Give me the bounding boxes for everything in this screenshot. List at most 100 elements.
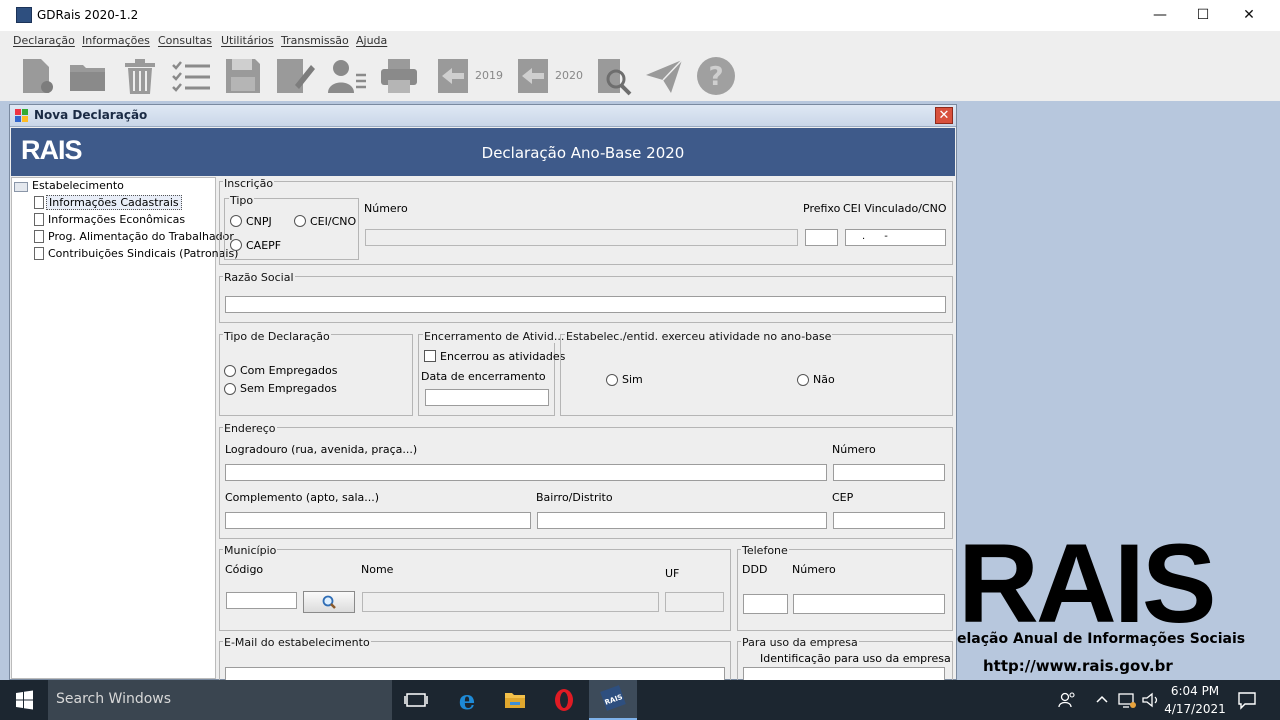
background-rais-logo: RAIS	[958, 521, 1217, 646]
taskbar: Search Windows e RAIS 6:04 PM 4/17/2021	[0, 680, 1280, 720]
cei-vinculado-label: CEI Vinculado/CNO	[843, 202, 947, 215]
tree-item-informacoes-cadastrais[interactable]: Informações Cadastrais	[46, 195, 182, 210]
complemento-field[interactable]	[225, 512, 531, 529]
frame-title-bar[interactable]: Nova Declaração ✕	[10, 105, 956, 127]
sem-empregados-label: Sem Empregados	[240, 382, 337, 395]
tipo-declaracao-label: Tipo de Declaração	[223, 330, 331, 343]
frame-close-button[interactable]: ✕	[935, 107, 953, 124]
menu-ajuda[interactable]: Ajuda	[356, 34, 387, 47]
encerramento-label: Encerramento de Ativid...	[423, 330, 566, 343]
open-folder-icon[interactable]	[67, 55, 109, 97]
svg-text:e: e	[459, 686, 476, 716]
user-list-icon[interactable]	[326, 55, 368, 97]
opera-browser-icon[interactable]	[540, 680, 588, 720]
numero-inscricao-field[interactable]	[365, 229, 798, 246]
tree-item-contribuicoes-sindicais[interactable]: Contribuições Sindicais (Patronais)	[48, 247, 238, 260]
close-button[interactable]: ✕	[1226, 0, 1272, 31]
minimize-button[interactable]: —	[1137, 0, 1183, 31]
file-explorer-icon[interactable]	[491, 680, 539, 720]
folder-icon	[14, 182, 28, 192]
volume-icon[interactable]	[1141, 691, 1161, 709]
logradouro-label: Logradouro (rua, avenida, praça...)	[225, 443, 418, 456]
logradouro-field[interactable]	[225, 464, 827, 481]
identificacao-label: Identificação para uso da empresa	[760, 652, 951, 665]
cep-label: CEP	[832, 491, 854, 504]
razao-social-field[interactable]	[225, 296, 946, 313]
codigo-municipio-field[interactable]	[226, 592, 297, 609]
telefone-numero-label: Número	[792, 563, 836, 576]
codigo-label: Código	[225, 563, 264, 576]
cei-cno-radio[interactable]	[294, 215, 306, 227]
current-year-label[interactable]: 2020	[555, 69, 583, 82]
telefone-label: Telefone	[741, 544, 789, 557]
clock-date[interactable]: 4/17/2021	[1162, 702, 1228, 716]
document-icon	[34, 213, 44, 226]
uf-field[interactable]	[665, 592, 724, 612]
sem-empregados-radio[interactable]	[224, 383, 236, 395]
chevron-up-icon[interactable]	[1095, 693, 1109, 707]
prefixo-field[interactable]	[805, 229, 838, 246]
search-windows-input[interactable]: Search Windows	[48, 680, 392, 720]
people-icon[interactable]	[1056, 690, 1078, 710]
windows-start-icon[interactable]	[0, 680, 48, 720]
menu-informacoes[interactable]: Informações	[82, 34, 150, 47]
inscricao-label: Inscrição	[223, 177, 275, 190]
sim-label: Sim	[622, 373, 643, 386]
com-empregados-radio[interactable]	[224, 365, 236, 377]
network-icon[interactable]	[1117, 691, 1137, 709]
menu-utilitarios[interactable]: Utilitários	[221, 34, 274, 47]
trash-icon[interactable]	[119, 55, 161, 97]
numero-endereco-field[interactable]	[833, 464, 945, 481]
document-icon	[34, 247, 44, 260]
task-view-icon[interactable]	[392, 680, 440, 720]
bairro-field[interactable]	[537, 512, 827, 529]
prev-year-label[interactable]: 2019	[475, 69, 503, 82]
gdrais-taskbar-button[interactable]: RAIS	[589, 680, 637, 720]
cep-field[interactable]	[833, 512, 945, 529]
menu-consultas[interactable]: Consultas	[158, 34, 212, 47]
razao-social-label: Razão Social	[223, 271, 295, 284]
menu-declaracao[interactable]: Declaração	[13, 34, 75, 47]
tipo-group	[224, 198, 359, 260]
search-municipio-button[interactable]	[303, 591, 355, 613]
help-icon[interactable]: ?	[695, 55, 737, 97]
search-document-icon[interactable]	[594, 55, 636, 97]
banner-title: Declaração Ano-Base 2020	[481, 144, 685, 162]
numero-inscricao-label: Número	[364, 202, 408, 215]
prev-year-icon[interactable]	[432, 55, 474, 97]
printer-icon[interactable]	[378, 55, 420, 97]
cnpj-radio[interactable]	[230, 215, 242, 227]
clock-time[interactable]: 6:04 PM	[1162, 684, 1228, 698]
nome-municipio-label: Nome	[361, 563, 394, 576]
tree-item-informacoes-economicas[interactable]: Informações Econômicas	[48, 213, 185, 226]
window-title: GDRais 2020-1.2	[37, 8, 139, 22]
municipio-group	[219, 549, 731, 631]
document-icon	[34, 230, 44, 243]
ddd-field[interactable]	[743, 594, 788, 614]
edge-browser-icon[interactable]: e	[443, 680, 491, 720]
bairro-label: Bairro/Distrito	[536, 491, 613, 504]
telefone-numero-field[interactable]	[793, 594, 945, 614]
nome-municipio-field[interactable]	[362, 592, 659, 612]
notifications-icon[interactable]	[1236, 690, 1258, 710]
save-icon[interactable]	[222, 55, 264, 97]
edit-document-icon[interactable]	[273, 55, 315, 97]
current-year-icon[interactable]	[512, 55, 554, 97]
new-declaration-icon[interactable]	[17, 55, 59, 97]
send-icon[interactable]	[643, 55, 685, 97]
checklist-icon[interactable]	[170, 55, 212, 97]
app-icon	[16, 7, 32, 23]
tree-root-estabelecimento[interactable]: Estabelecimento	[32, 179, 124, 192]
encerrou-checkbox[interactable]	[424, 350, 436, 362]
encerrou-label: Encerrou as atividades	[440, 350, 566, 363]
uf-label: UF	[665, 567, 680, 580]
menu-transmissao[interactable]: Transmissão	[281, 34, 349, 47]
cei-vinculado-field[interactable]: . -	[845, 229, 946, 246]
svg-text:?: ?	[708, 62, 723, 92]
nao-radio[interactable]	[797, 374, 809, 386]
maximize-button[interactable]: ☐	[1180, 0, 1226, 31]
tree-item-prog-alimentacao[interactable]: Prog. Alimentação do Trabalhador	[48, 230, 234, 243]
caepf-radio[interactable]	[230, 239, 242, 251]
data-encerramento-field[interactable]	[425, 389, 549, 406]
sim-radio[interactable]	[606, 374, 618, 386]
